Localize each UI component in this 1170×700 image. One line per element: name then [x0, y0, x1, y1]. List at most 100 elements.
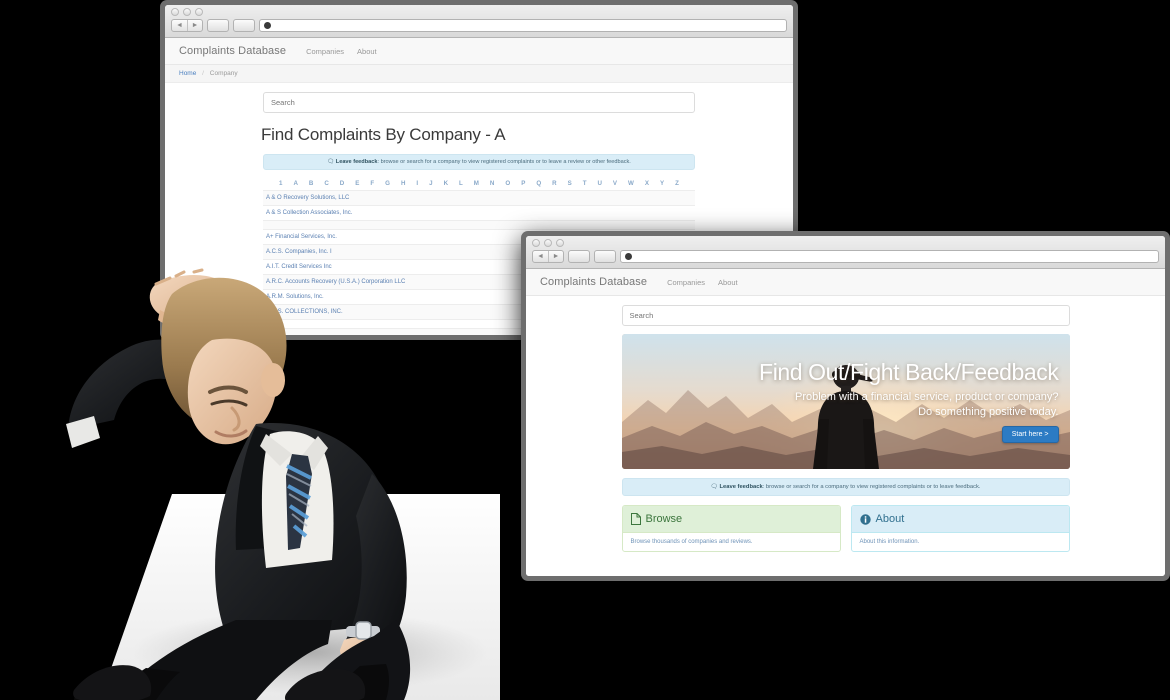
alphabet-link-r[interactable]: R — [552, 180, 556, 187]
close-window-button[interactable] — [171, 8, 179, 16]
back-arrow-icon[interactable]: ◄ — [533, 251, 548, 262]
info-circle-icon — [859, 513, 871, 525]
browser-window-home-page[interactable]: ◄ ► Complaints Database Companies About … — [521, 231, 1170, 581]
feedback-banner: 🗨 Leave feedback: browse or search for a… — [263, 154, 695, 170]
feedback-banner-strong[interactable]: Leave feedback — [336, 159, 378, 165]
minimize-window-button[interactable] — [183, 8, 191, 16]
page-title: Find Complaints By Company - A — [261, 125, 506, 144]
alphabet-link-w[interactable]: W — [628, 180, 634, 187]
alphabet-link-j[interactable]: J — [429, 180, 432, 187]
alphabet-link-c[interactable]: C — [324, 180, 328, 187]
speech-bubble-icon: 🗨 — [327, 159, 335, 165]
panel-browse-title: Browse — [645, 513, 683, 525]
maximize-window-button[interactable] — [556, 239, 564, 247]
search-area — [165, 83, 793, 113]
breadcrumb: Home / Company — [165, 65, 793, 83]
back-arrow-icon[interactable]: ◄ — [172, 20, 187, 31]
nav-link-about[interactable]: About — [718, 278, 738, 287]
search-area — [526, 296, 1165, 326]
alphabet-link-o[interactable]: O — [505, 180, 510, 187]
maximize-window-button[interactable] — [195, 8, 203, 16]
alphabet-link-d[interactable]: D — [340, 180, 344, 187]
hero-headline: Find Out/Fight Back/Feedback — [759, 358, 1059, 385]
alphabet-link-v[interactable]: V — [613, 180, 617, 187]
minimize-window-button[interactable] — [544, 239, 552, 247]
alphabet-link-u[interactable]: U — [597, 180, 601, 187]
document-icon — [630, 513, 641, 525]
speech-bubble-icon: 🗨 — [710, 484, 718, 490]
feedback-banner-text: : browse or search for a company to view… — [377, 159, 631, 165]
breadcrumb-separator: / — [202, 70, 204, 77]
search-input[interactable] — [621, 305, 1070, 326]
search-input[interactable] — [263, 92, 695, 113]
panel-about-header: About — [851, 506, 1069, 532]
alphabet-link-t[interactable]: T — [583, 180, 587, 187]
site-brand[interactable]: Complaints Database — [540, 276, 647, 288]
site-nav-links: Companies About — [667, 278, 738, 287]
alphabet-navigation[interactable]: 1 A B C D E F G H I J K L M N O P Q R S T U V W X Y Z — [263, 180, 695, 187]
alphabet-link-l[interactable]: L — [459, 180, 463, 187]
company-list-item-empty — [263, 220, 695, 229]
company-list-item[interactable]: A & S Collection Associates, Inc. — [263, 205, 695, 220]
address-bar[interactable] — [259, 19, 787, 32]
address-bar[interactable] — [620, 250, 1159, 263]
alphabet-link-x[interactable]: X — [645, 180, 649, 187]
toolbar-button-2[interactable] — [233, 19, 255, 32]
home-panels: Browse Browse thousands of companies and… — [621, 505, 1070, 552]
browser-chrome-bar: ◄ ► — [165, 5, 793, 38]
site-navbar: Complaints Database Companies About — [165, 38, 793, 65]
alphabet-link-q[interactable]: Q — [536, 180, 541, 187]
close-window-button[interactable] — [532, 239, 540, 247]
alphabet-link-i[interactable]: I — [416, 180, 418, 187]
window-traffic-lights[interactable] — [171, 8, 787, 16]
globe-icon — [625, 253, 632, 260]
nav-link-companies[interactable]: Companies — [667, 278, 705, 287]
alphabet-link-y[interactable]: Y — [660, 180, 664, 187]
site-nav-links: Companies About — [306, 47, 377, 56]
toolbar-button-1[interactable] — [207, 19, 229, 32]
forward-arrow-icon[interactable]: ► — [187, 20, 202, 31]
start-here-button[interactable]: Start here > — [1001, 426, 1059, 444]
breadcrumb-current: Company — [209, 70, 238, 77]
home-page: Complaints Database Companies About Sear… — [526, 269, 1165, 576]
hero-text-block: Find Out/Fight Back/Feedback Problem wit… — [622, 334, 1070, 469]
site-brand[interactable]: Complaints Database — [179, 45, 286, 57]
alphabet-link-z[interactable]: Z — [675, 180, 679, 187]
alphabet-link-e[interactable]: E — [355, 180, 359, 187]
navigation-buttons[interactable]: ◄ ► — [171, 19, 203, 32]
alphabet-link-n[interactable]: N — [490, 180, 494, 187]
company-list-item[interactable]: A & O Recovery Solutions, LLC — [263, 190, 695, 205]
alphabet-link-b[interactable]: B — [309, 180, 313, 187]
toolbar-button-2[interactable] — [594, 250, 616, 263]
feedback-banner-strong[interactable]: Leave feedback — [719, 484, 762, 490]
screenshot-canvas: ◄ ► Complaints Database Companies About … — [0, 0, 1170, 700]
site-navbar: Complaints Database Companies About — [526, 269, 1165, 296]
alphabet-link-a[interactable]: A — [293, 180, 297, 187]
browser-viewport: ◄ ► Complaints Database Companies About … — [526, 236, 1165, 576]
alphabet-link-p[interactable]: P — [521, 180, 525, 187]
browser-toolbar: ◄ ► — [532, 250, 1159, 263]
hero-banner: Find Out/Fight Back/Feedback Problem wit… — [621, 334, 1070, 469]
panel-about-title: About — [875, 513, 905, 525]
panel-browse[interactable]: Browse Browse thousands of companies and… — [621, 505, 841, 552]
alphabet-link-s[interactable]: S — [568, 180, 572, 187]
alphabet-link-g[interactable]: G — [385, 180, 390, 187]
breadcrumb-home[interactable]: Home — [179, 70, 196, 77]
panel-browse-header: Browse — [622, 506, 840, 532]
alphabet-link-k[interactable]: K — [444, 180, 448, 187]
hero-subline-2: Do something positive today. — [918, 406, 1059, 419]
window-traffic-lights[interactable] — [532, 239, 1159, 247]
alphabet-link-f[interactable]: F — [370, 180, 374, 187]
globe-icon — [264, 22, 271, 29]
navigation-buttons[interactable]: ◄ ► — [532, 250, 564, 263]
nav-link-about[interactable]: About — [357, 47, 377, 56]
alphabet-link-m[interactable]: M — [474, 180, 479, 187]
browser-toolbar: ◄ ► — [171, 19, 787, 32]
alphabet-link-1[interactable]: 1 — [279, 180, 282, 187]
forward-arrow-icon[interactable]: ► — [548, 251, 563, 262]
feedback-banner-text: : browse or search for a company to view… — [762, 484, 981, 490]
nav-link-companies[interactable]: Companies — [306, 47, 344, 56]
toolbar-button-1[interactable] — [568, 250, 590, 263]
panel-about[interactable]: About About this information. — [850, 505, 1070, 552]
alphabet-link-h[interactable]: H — [401, 180, 405, 187]
